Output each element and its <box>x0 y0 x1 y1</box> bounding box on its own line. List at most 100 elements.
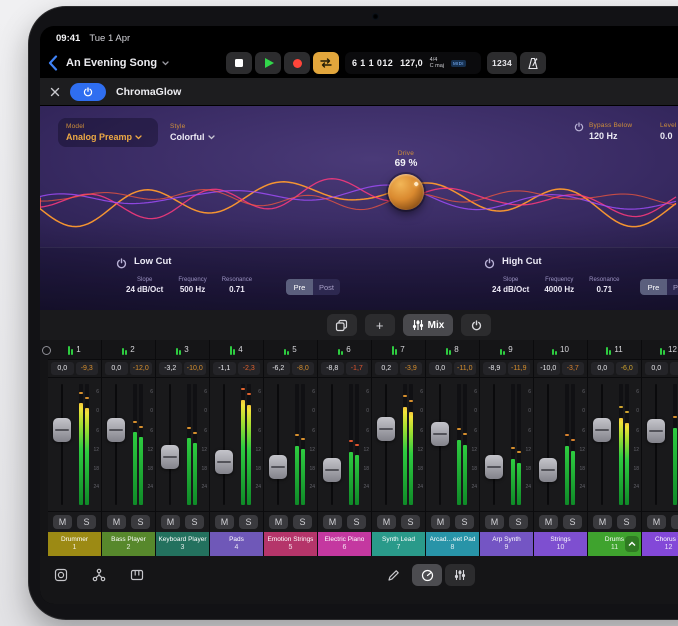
peak-value[interactable]: -11,0 <box>454 362 477 375</box>
mute-button[interactable]: M <box>161 515 180 529</box>
edit-button[interactable] <box>382 564 404 586</box>
mute-button[interactable]: M <box>323 515 342 529</box>
high-cut-frequency[interactable]: Frequency4000 Hz <box>544 277 574 294</box>
track-label[interactable]: Emotion Strings5 <box>264 532 317 556</box>
high-cut-pre-button[interactable]: Pre <box>640 279 667 295</box>
back-button[interactable] <box>48 55 58 71</box>
solo-button[interactable]: S <box>131 515 150 529</box>
track-label[interactable]: Drummer1 <box>48 532 101 556</box>
track-label[interactable]: Keyboard Player3 <box>156 532 209 556</box>
track-label[interactable]: Synth Lead7 <box>372 532 425 556</box>
track-label[interactable]: Pads4 <box>210 532 263 556</box>
fader-handle[interactable] <box>377 417 395 441</box>
peak-value[interactable] <box>670 362 678 375</box>
low-cut-post-button[interactable]: Post <box>313 279 340 295</box>
fader-value[interactable]: 0,0 <box>105 362 128 375</box>
lcd-display[interactable]: 6 1 1 012 127,0 4/4 C maj MIDI <box>345 52 481 74</box>
faders-view-button[interactable] <box>445 564 475 586</box>
low-cut-pre-button[interactable]: Pre <box>286 279 313 295</box>
low-cut-slope[interactable]: Slope24 dB/Oct <box>126 277 163 294</box>
routing-button[interactable] <box>88 564 110 586</box>
peak-value[interactable]: -3,9 <box>400 362 423 375</box>
fader-handle[interactable] <box>431 422 449 446</box>
peak-value[interactable]: -8,0 <box>292 362 315 375</box>
mute-button[interactable]: M <box>107 515 126 529</box>
fader-handle[interactable] <box>107 418 125 442</box>
peak-value[interactable]: -10,0 <box>184 362 207 375</box>
mute-button[interactable]: M <box>269 515 288 529</box>
fader-handle[interactable] <box>215 450 233 474</box>
fader-value[interactable]: -3,2 <box>159 362 182 375</box>
high-cut-power-button[interactable] <box>484 257 495 272</box>
mute-button[interactable]: M <box>485 515 504 529</box>
solo-button[interactable]: S <box>77 515 96 529</box>
fader-value[interactable]: -10,0 <box>537 362 560 375</box>
track-label[interactable]: Chorus V12 <box>642 532 678 556</box>
fader-value[interactable]: -1,1 <box>213 362 236 375</box>
close-plugin-button[interactable] <box>50 87 60 97</box>
high-cut-post-button[interactable]: Post <box>667 279 678 295</box>
fader-value[interactable]: -8,8 <box>321 362 344 375</box>
fader-handle[interactable] <box>539 458 557 482</box>
peak-value[interactable]: -3,7 <box>562 362 585 375</box>
mixer-power-button[interactable] <box>461 314 491 336</box>
plugin-power-button[interactable] <box>70 83 106 101</box>
fader-value[interactable]: -8,9 <box>483 362 506 375</box>
fader-handle[interactable] <box>53 418 71 442</box>
mix-view-button[interactable]: Mix <box>403 314 454 336</box>
mute-button[interactable]: M <box>593 515 612 529</box>
high-cut-resonance[interactable]: Resonance0.71 <box>589 277 619 294</box>
solo-button[interactable]: S <box>671 515 678 529</box>
track-label[interactable]: Drums11 <box>588 532 641 556</box>
duplicate-strip-button[interactable] <box>327 314 357 336</box>
song-title-menu[interactable]: An Evening Song <box>66 57 169 69</box>
track-label[interactable]: Arcad…eet Pad8 <box>426 532 479 556</box>
track-label[interactable]: Bass Player2 <box>102 532 155 556</box>
peak-value[interactable]: -6,0 <box>616 362 639 375</box>
solo-button[interactable]: S <box>185 515 204 529</box>
record-button[interactable] <box>284 52 310 74</box>
overview-icon[interactable] <box>42 346 51 355</box>
mute-button[interactable]: M <box>215 515 234 529</box>
fader-value[interactable]: -6,2 <box>267 362 290 375</box>
mute-button[interactable]: M <box>377 515 396 529</box>
peak-value[interactable]: -11,9 <box>508 362 531 375</box>
solo-button[interactable]: S <box>455 515 474 529</box>
keyboard-button[interactable] <box>126 564 148 586</box>
mute-button[interactable]: M <box>431 515 450 529</box>
peak-value[interactable]: -9,3 <box>76 362 99 375</box>
style-selector[interactable]: Style Colorful <box>170 123 215 142</box>
controls-view-button[interactable] <box>412 564 442 586</box>
track-label[interactable]: Strings10 <box>534 532 587 556</box>
solo-button[interactable]: S <box>347 515 366 529</box>
low-cut-resonance[interactable]: Resonance0.71 <box>222 277 252 294</box>
fader-handle[interactable] <box>323 458 341 482</box>
mute-button[interactable]: M <box>53 515 72 529</box>
peak-value[interactable]: -2,3 <box>238 362 261 375</box>
fader-value[interactable]: 0,0 <box>591 362 614 375</box>
solo-button[interactable]: S <box>509 515 528 529</box>
peak-value[interactable]: -1,7 <box>346 362 369 375</box>
level-control[interactable]: Level 0.0 <box>660 122 677 141</box>
mute-button[interactable]: M <box>539 515 558 529</box>
count-in-button[interactable]: 1234 <box>487 52 517 74</box>
solo-button[interactable]: S <box>563 515 582 529</box>
fader-handle[interactable] <box>485 455 503 479</box>
stop-button[interactable] <box>226 52 252 74</box>
solo-button[interactable]: S <box>293 515 312 529</box>
solo-button[interactable]: S <box>401 515 420 529</box>
browser-button[interactable] <box>50 564 72 586</box>
peak-value[interactable]: -12,0 <box>130 362 153 375</box>
fader-handle[interactable] <box>593 418 611 442</box>
fader-value[interactable]: 0,0 <box>429 362 452 375</box>
fader-handle[interactable] <box>647 419 665 443</box>
track-label[interactable]: Arp Synth9 <box>480 532 533 556</box>
solo-button[interactable]: S <box>239 515 258 529</box>
model-selector[interactable]: Model Analog Preamp <box>58 118 158 147</box>
track-label[interactable]: Electric Piano6 <box>318 532 371 556</box>
fader-value[interactable]: 0,0 <box>645 362 668 375</box>
cycle-button[interactable] <box>313 52 339 74</box>
drive-knob[interactable] <box>388 174 424 210</box>
collapse-chevron-icon[interactable] <box>625 536 639 552</box>
fader-value[interactable]: 0,0 <box>51 362 74 375</box>
